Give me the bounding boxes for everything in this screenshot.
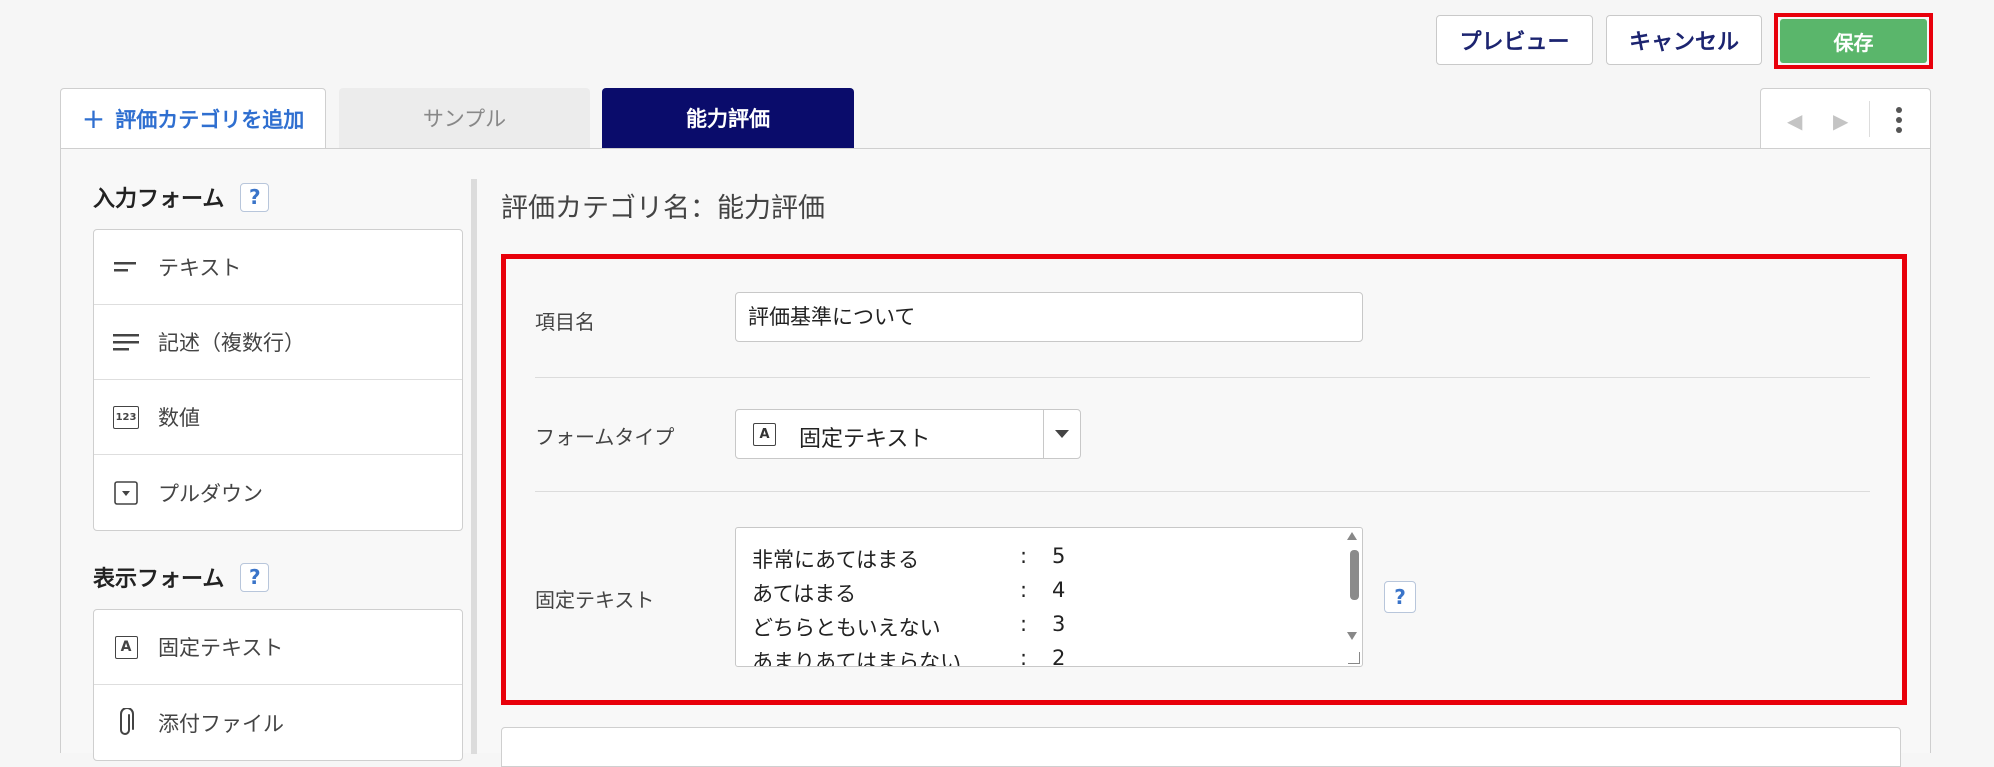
nav-divider — [1869, 101, 1870, 137]
save-button[interactable]: 保存 — [1780, 19, 1927, 63]
form-type-select[interactable]: A 固定テキスト — [735, 409, 1081, 459]
fixed-text-line: 非常にあてはまる : 5 — [752, 544, 1065, 574]
list-item-text[interactable]: テキスト — [94, 230, 462, 305]
add-category-label: 評価カテゴリを追加 — [115, 107, 305, 132]
text-line-icon — [112, 253, 140, 281]
form-type-value: 固定テキスト — [799, 427, 931, 452]
list-item-label: テキスト — [158, 256, 242, 280]
display-form-title: 表示フォーム ? — [93, 561, 270, 593]
number-icon-box: 123 — [113, 405, 139, 429]
display-form-title-text: 表示フォーム — [93, 567, 225, 592]
paperclip-icon — [112, 707, 140, 737]
tab-ability-evaluation[interactable]: 能力評価 — [602, 88, 854, 148]
list-item-multiline[interactable]: 記述（複数行） — [94, 305, 462, 380]
scrollbar-thumb[interactable] — [1350, 550, 1359, 600]
add-category-tab[interactable]: + 評価カテゴリを追加 — [60, 88, 326, 148]
next-tab-icon[interactable]: ▶ — [1833, 109, 1848, 133]
form-type-label: フォームタイプ — [535, 425, 675, 449]
line-number: 3 — [1052, 612, 1066, 636]
resize-handle-icon[interactable] — [1348, 652, 1360, 664]
fixed-text-textarea[interactable]: 非常にあてはまる : 5 あてはまる : 4 どちらともいえない : 3 あまり… — [735, 527, 1363, 667]
list-item-label: プルダウン — [158, 481, 263, 506]
plus-icon: + — [81, 102, 106, 135]
row-divider — [535, 377, 1870, 378]
prev-tab-icon[interactable]: ◀ — [1787, 109, 1802, 133]
next-item-card — [501, 727, 1901, 767]
category-name-heading: 評価カテゴリ名：能力評価 — [501, 193, 825, 224]
line-number: 5 — [1052, 544, 1066, 568]
select-divider — [1043, 410, 1044, 458]
fixed-text-label: 固定テキスト — [535, 588, 655, 612]
line-text: あてはまる — [752, 582, 857, 606]
list-item-fixed-text[interactable]: A 固定テキスト — [94, 610, 462, 685]
item-name-input[interactable]: 評価基準について — [735, 292, 1363, 342]
input-form-help-icon[interactable]: ? — [240, 182, 270, 212]
list-item-label: 固定テキスト — [158, 636, 284, 660]
input-form-title: 入力フォーム ? — [93, 181, 270, 213]
editor-panel: 入力フォーム ? テキスト 記述（複数行） 123 数値 プルダウン 表示フォー… — [60, 148, 1931, 767]
list-item-dropdown[interactable]: プルダウン — [94, 455, 462, 530]
list-item-number[interactable]: 123 数値 — [94, 380, 462, 455]
sidebar-divider — [471, 179, 477, 754]
multiline-icon — [112, 328, 140, 356]
fixed-text-icon: A — [753, 423, 776, 446]
scroll-up-icon[interactable] — [1347, 532, 1357, 540]
line-colon: : — [1020, 578, 1028, 602]
line-text: どちらともいえない — [752, 616, 941, 640]
display-form-help-icon[interactable]: ? — [240, 562, 270, 592]
input-form-title-text: 入力フォーム — [93, 187, 225, 212]
tab-navigation: ◀ ▶ — [1760, 88, 1931, 149]
tab-sample[interactable]: サンプル — [339, 88, 590, 148]
input-form-list: テキスト 記述（複数行） 123 数値 プルダウン — [93, 229, 463, 531]
more-options-icon[interactable] — [1889, 103, 1909, 137]
line-number: 4 — [1052, 578, 1066, 602]
list-item-label: 記述（複数行） — [158, 331, 305, 355]
fixed-text-line: どちらともいえない : 3 — [752, 612, 1065, 642]
dropdown-icon — [112, 479, 140, 507]
fixed-text-line: あてはまる : 4 — [752, 578, 1065, 608]
fixed-text-icon-box: A — [114, 635, 138, 659]
line-text: あまりあてはまらない — [752, 650, 962, 667]
fixed-text-help-icon[interactable]: ? — [1384, 581, 1416, 613]
item-edit-card: 項目名 評価基準について フォームタイプ A 固定テキスト 固定テキスト 非常に… — [501, 254, 1907, 705]
item-name-label: 項目名 — [535, 310, 595, 334]
preview-button[interactable]: プレビュー — [1436, 15, 1593, 65]
line-colon: : — [1020, 544, 1028, 568]
row-divider — [535, 491, 1870, 492]
fixed-text-icon: A — [112, 633, 140, 661]
display-form-list: A 固定テキスト 添付ファイル — [93, 609, 463, 761]
number-icon: 123 — [112, 403, 140, 431]
line-text: 非常にあてはまる — [752, 548, 920, 572]
list-item-attachment[interactable]: 添付ファイル — [94, 685, 462, 760]
save-button-highlight: 保存 — [1774, 13, 1933, 69]
line-colon: : — [1020, 612, 1028, 636]
top-toolbar: プレビュー キャンセル 保存 — [0, 0, 1994, 85]
cancel-button[interactable]: キャンセル — [1606, 15, 1762, 65]
list-item-label: 添付ファイル — [158, 711, 284, 736]
line-colon: : — [1020, 646, 1028, 667]
scroll-down-icon[interactable] — [1347, 632, 1357, 640]
chevron-down-icon[interactable] — [1055, 430, 1069, 438]
list-item-label: 数値 — [158, 406, 200, 430]
line-number: 2 — [1052, 646, 1066, 667]
fixed-text-line: あまりあてはまらない : 2 — [752, 646, 1065, 667]
